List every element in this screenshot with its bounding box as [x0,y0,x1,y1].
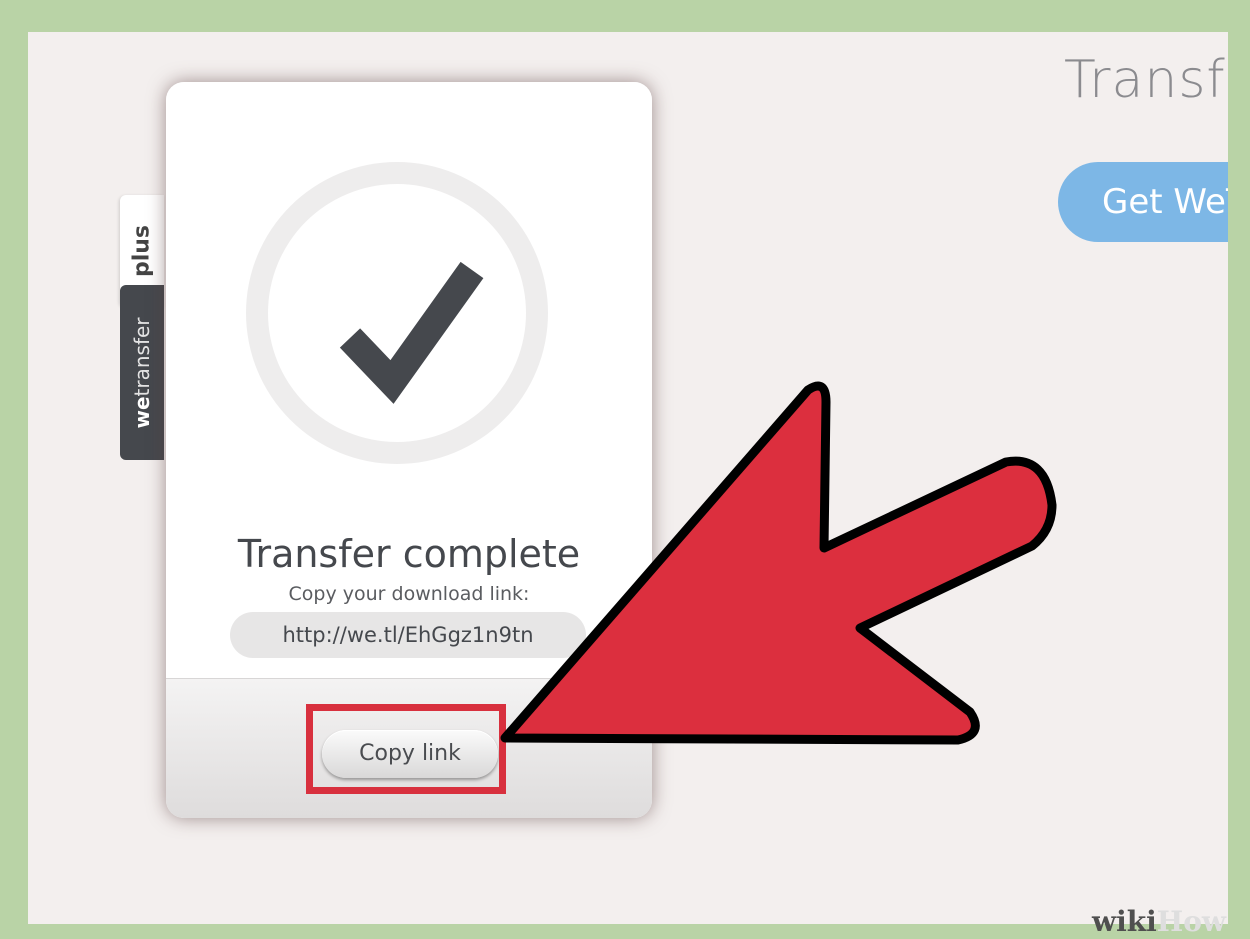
wikihow-watermark: wikiHow [1092,905,1227,938]
pointer-arrow-icon [500,381,1057,745]
